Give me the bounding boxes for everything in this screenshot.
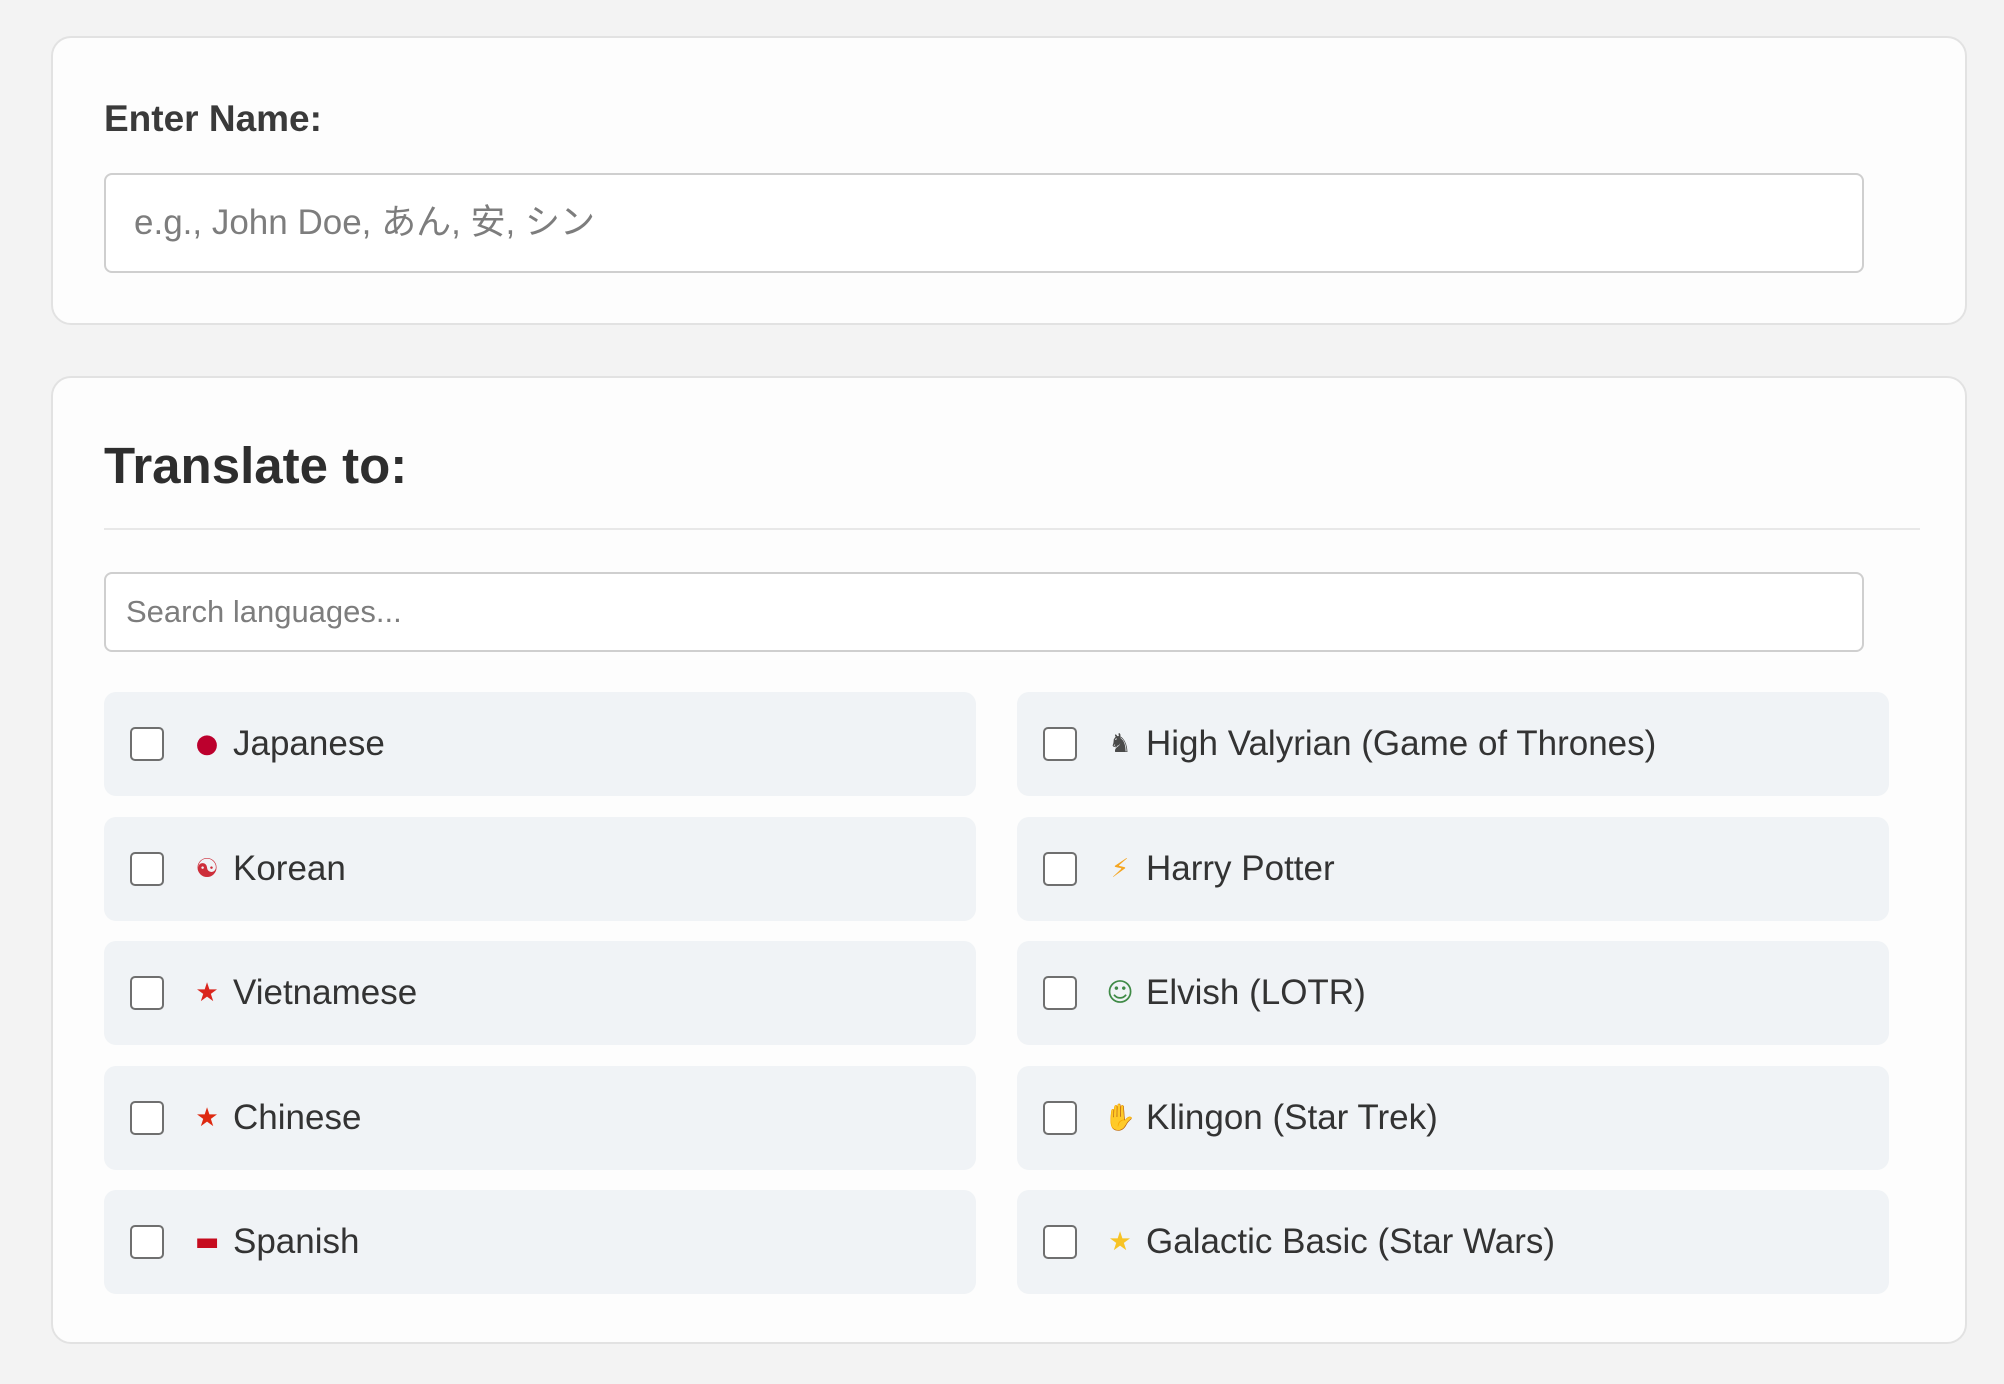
vietnam-flag-icon: ★: [195, 978, 219, 1008]
language-option-label: Klingon (Star Trek): [1146, 1097, 1438, 1137]
language-option-label: Elvish (LOTR): [1146, 973, 1366, 1012]
checkbox[interactable]: [130, 1100, 164, 1135]
star-icon: ★: [1108, 1227, 1132, 1257]
language-option[interactable]: ☺ Elvish (LOTR): [1017, 941, 1889, 1045]
language-option[interactable]: ● Japanese: [104, 692, 976, 796]
south-korea-flag-icon: ☯: [195, 853, 219, 884]
japan-flag-icon: ●: [195, 729, 219, 759]
section-divider: [104, 528, 1920, 530]
translate-title: Translate to:: [104, 437, 408, 494]
checkbox[interactable]: [1043, 1225, 1077, 1259]
checkbox[interactable]: [130, 727, 164, 761]
language-option[interactable]: ☯ Korean: [104, 816, 976, 921]
language-option-label: Harry Potter: [1146, 848, 1335, 888]
language-search-input[interactable]: [104, 572, 1864, 652]
name-panel: Enter Name:: [51, 36, 1967, 325]
language-option[interactable]: ▬ Spanish: [104, 1190, 976, 1294]
lightning-bolt-icon: ⚡: [1110, 853, 1130, 884]
language-list: ● Japanese ♞ High Valyrian (Game of Thrones…: [104, 692, 1905, 1294]
language-option-label: Chinese: [233, 1097, 362, 1137]
spain-flag-icon: ▬: [194, 1227, 220, 1257]
checkbox[interactable]: [1043, 727, 1077, 761]
language-option-label: Galactic Basic (Star Wars): [1146, 1222, 1556, 1261]
name-label: Enter Name:: [104, 98, 322, 139]
checkbox[interactable]: [130, 851, 164, 886]
language-option[interactable]: ⚡ Harry Potter: [1017, 816, 1889, 921]
translate-panel: Translate to: ● Japanese ♞ High Valyrian (G…: [51, 376, 1967, 1344]
language-option[interactable]: ★ Galactic Basic (Star Wars): [1017, 1190, 1889, 1294]
language-option-label: Spanish: [233, 1222, 360, 1261]
language-option[interactable]: ★ Chinese: [104, 1065, 976, 1170]
language-option[interactable]: ♞ High Valyrian (Game of Thrones): [1017, 692, 1889, 796]
dragon-icon: ♞: [1108, 729, 1132, 759]
elf-icon: ☺: [1106, 978, 1134, 1008]
language-option[interactable]: ✋ Klingon (Star Trek): [1017, 1065, 1889, 1170]
checkbox[interactable]: [1043, 851, 1077, 886]
vulcan-salute-icon: ✋: [1103, 1102, 1137, 1133]
language-option-label: Korean: [233, 848, 346, 888]
language-option-label: High Valyrian (Game of Thrones): [1146, 724, 1657, 763]
checkbox[interactable]: [1043, 1100, 1077, 1135]
checkbox[interactable]: [130, 976, 164, 1010]
language-option[interactable]: ★ Vietnamese: [104, 941, 976, 1045]
checkbox[interactable]: [1043, 976, 1077, 1010]
checkbox[interactable]: [130, 1225, 164, 1259]
language-option-label: Vietnamese: [233, 973, 418, 1012]
name-input[interactable]: [104, 173, 1864, 273]
language-option-label: Japanese: [233, 724, 385, 763]
china-flag-icon: ★: [195, 1102, 219, 1133]
